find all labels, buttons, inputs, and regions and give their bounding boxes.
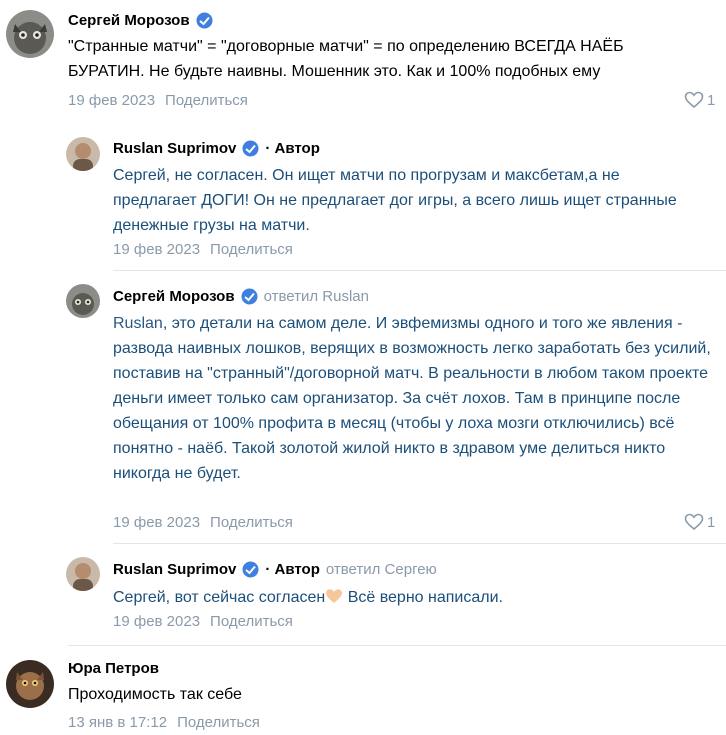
comment-body-end: Всё верно написали. [343, 589, 503, 606]
avatar[interactable] [66, 284, 100, 318]
heart-icon [684, 91, 704, 109]
divider [68, 645, 726, 646]
like-count: 1 [707, 513, 716, 531]
reply-to-link[interactable]: ответил Ruslan [264, 288, 369, 305]
author-name[interactable]: Сергей Морозов [113, 288, 235, 305]
verified-badge-icon [196, 12, 213, 29]
avatar[interactable] [66, 137, 100, 171]
like-button[interactable]: 1 [684, 91, 715, 109]
author-tag: · Автор [265, 140, 320, 157]
comment-text: Ruslan, это детали на самом деле. И эвфе… [113, 311, 713, 486]
verified-badge-icon [241, 288, 258, 305]
avatar[interactable] [6, 660, 54, 708]
share-button[interactable]: Поделиться [165, 92, 248, 109]
comment-text: "Странные матчи" = "договорные матчи" = … [68, 38, 624, 80]
comment-text: Сергей, вот сейчас согласен Всё верно на… [113, 585, 713, 610]
comment-text: Проходимость так себе [68, 686, 242, 703]
share-button[interactable]: Поделиться [210, 613, 293, 630]
divider [113, 543, 726, 544]
avatar[interactable] [6, 10, 54, 58]
author-name[interactable]: Ruslan Suprimov [113, 140, 236, 157]
share-button[interactable]: Поделиться [177, 714, 260, 731]
share-button[interactable]: Поделиться [210, 241, 293, 258]
comment-body: Сергей, вот сейчас согласен [113, 589, 326, 606]
author-tag: · Автор [265, 561, 320, 578]
heart-icon [684, 513, 704, 531]
like-count: 1 [707, 91, 716, 109]
mention-link[interactable]: Ruslan [113, 315, 163, 332]
reply-to-link[interactable]: ответил Сергею [326, 561, 437, 578]
comment-date[interactable]: 19 фев 2023 [113, 613, 200, 630]
comment-date[interactable]: 19 фев 2023 [68, 92, 155, 109]
share-button[interactable]: Поделиться [210, 514, 293, 531]
comment-body: , это детали на самом деле. И эвфемизмы … [113, 315, 711, 482]
author-name[interactable]: Ruslan Suprimov [113, 561, 236, 578]
divider [113, 270, 726, 271]
comment-date[interactable]: 19 фев 2023 [113, 241, 200, 258]
like-button[interactable]: 1 [684, 513, 715, 531]
heart-hands-emoji-icon [325, 587, 343, 603]
verified-badge-icon [242, 140, 259, 157]
verified-badge-icon [242, 561, 259, 578]
comment-date[interactable]: 19 фев 2023 [113, 514, 200, 531]
avatar[interactable] [66, 557, 100, 591]
comment-text: Сергей, не согласен. Он ищет матчи по пр… [113, 167, 677, 234]
author-name[interactable]: Юра Петров [68, 660, 159, 677]
author-name[interactable]: Сергей Морозов [68, 12, 190, 29]
comment-date[interactable]: 13 янв в 17:12 [68, 714, 167, 731]
